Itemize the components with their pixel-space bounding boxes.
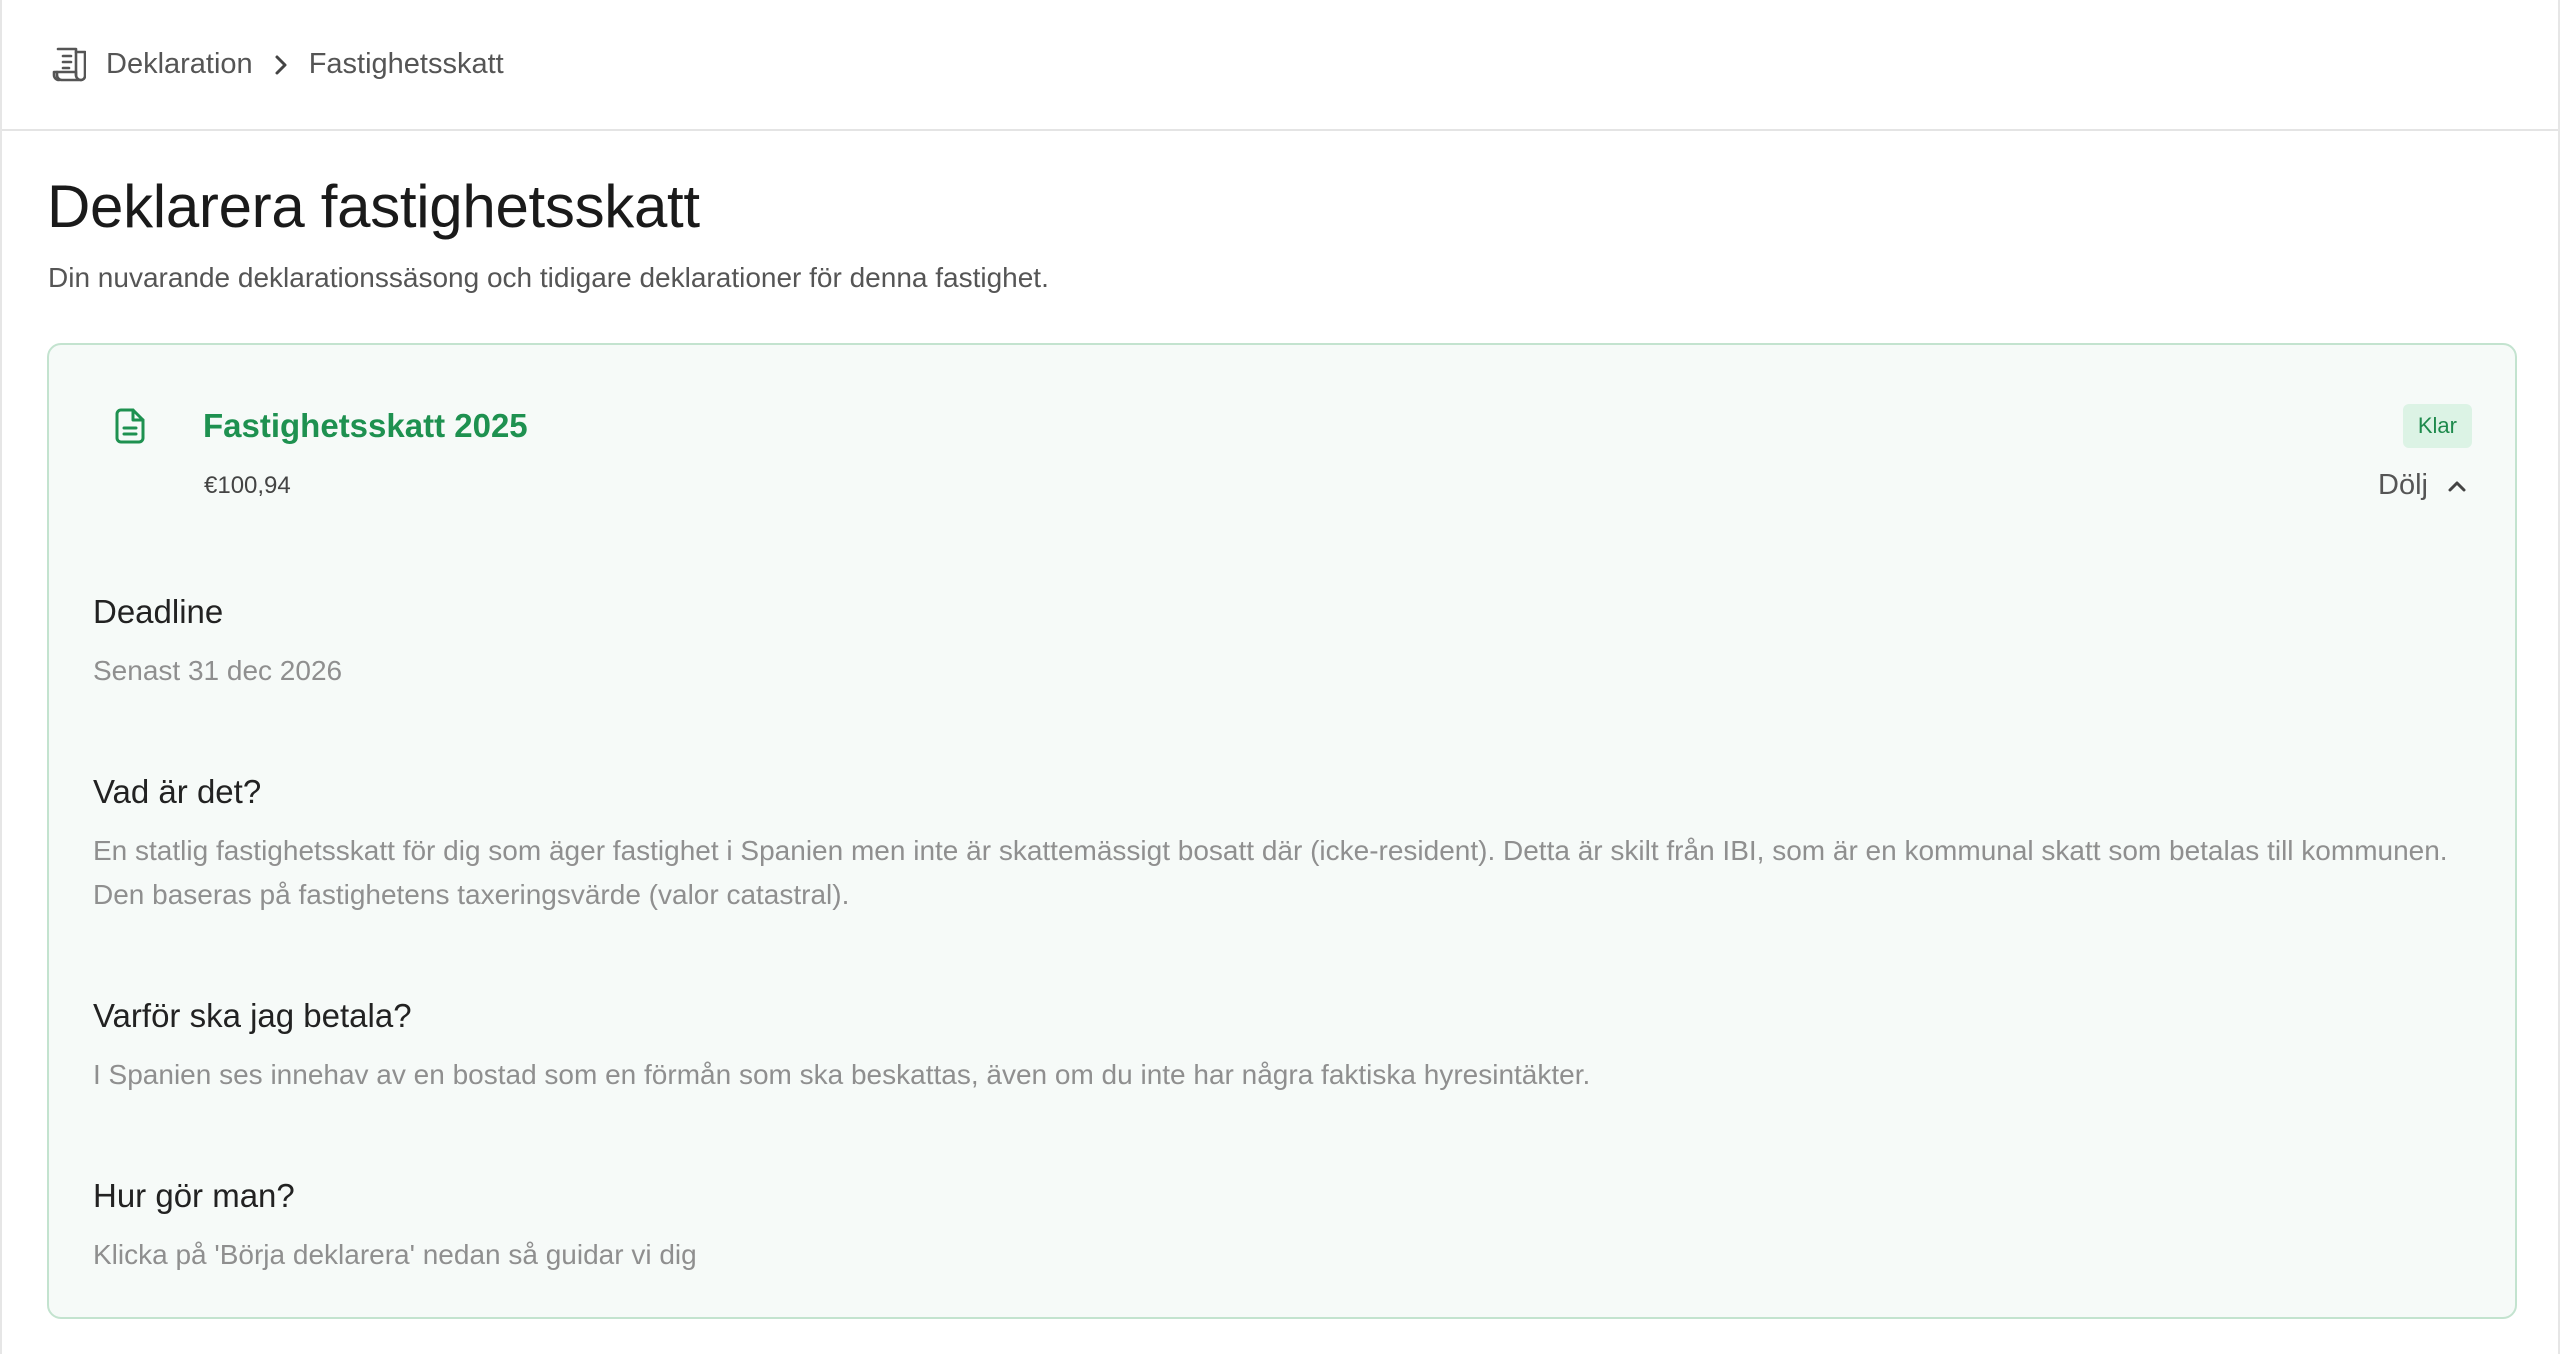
card-amount: €100,94 [204, 472, 291, 499]
status-badge: Klar [2402, 404, 2472, 448]
hide-details-button[interactable]: Dölj [2378, 469, 2470, 502]
document-icon [114, 407, 150, 447]
section-body-how: Klicka på 'Börja deklarera' nedan så gui… [93, 1239, 697, 1270]
section-body-why: I Spanien ses innehav av en bostad som e… [93, 1059, 1591, 1090]
receipt-icon [50, 45, 88, 85]
chevron-right-icon [267, 51, 295, 79]
breadcrumb-item-deklaration[interactable]: Deklaration [106, 48, 253, 81]
app-frame: Deklaration Fastighetsskatt Deklarera fa… [0, 0, 2560, 1354]
section-body-deadline: Senast 31 dec 2026 [93, 655, 343, 686]
page-subtitle: Din nuvarande deklarationssäsong och tid… [48, 262, 1049, 293]
page-title: Deklarera fastighetsskatt [47, 173, 700, 240]
section-heading-deadline: Deadline [93, 593, 224, 630]
breadcrumb: Deklaration Fastighetsskatt [2, 0, 2558, 131]
chevron-up-icon [2448, 481, 2466, 491]
section-body-what: En statlig fastighetsskatt för dig som ä… [93, 835, 2448, 910]
section-heading-why: Varför ska jag betala? [93, 997, 412, 1034]
section-heading-how: Hur gör man? [93, 1177, 295, 1214]
hide-details-label: Dölj [2378, 469, 2428, 501]
tax-declaration-card: Fastighetsskatt 2025 €100,94 Klar Dölj D… [47, 343, 2517, 1319]
section-heading-what: Vad är det? [93, 773, 262, 810]
card-title: Fastighetsskatt 2025 [203, 407, 528, 444]
breadcrumb-item-current: Fastighetsskatt [308, 48, 504, 80]
